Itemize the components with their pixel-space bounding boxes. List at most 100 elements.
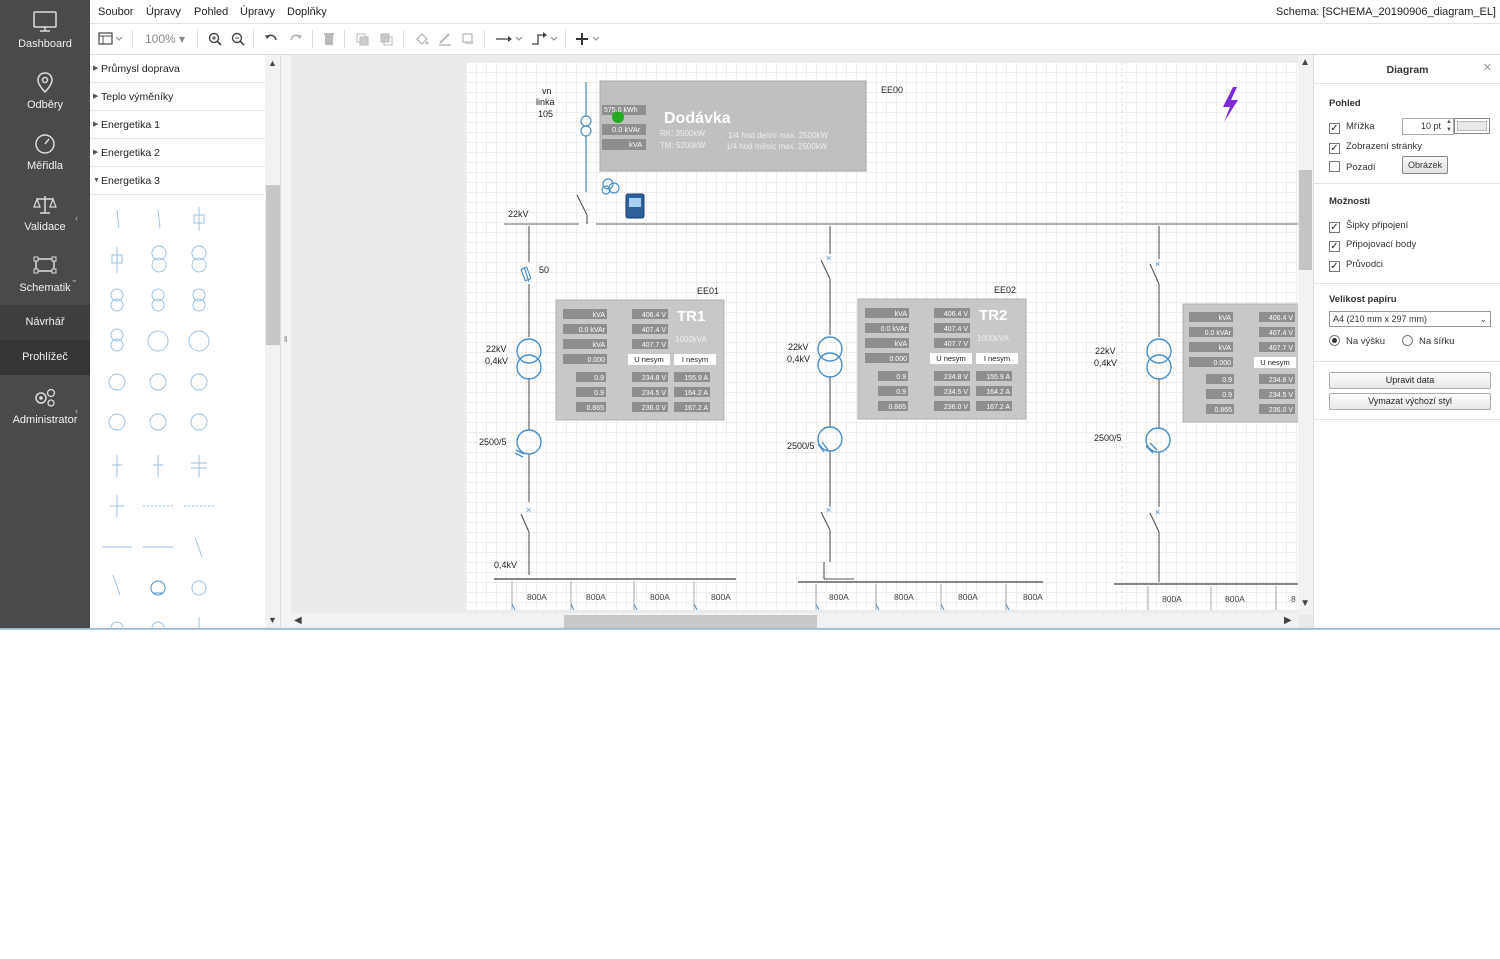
scroll-up-arrow-icon[interactable]: ▲: [268, 58, 277, 68]
line-color-button[interactable]: [438, 31, 452, 47]
diagram-canvas[interactable]: vn linka 105 575.0 kWh 0.0 kVAr kVA Dodá…: [291, 55, 1313, 630]
points-option[interactable]: ✓ Připojovací body: [1329, 239, 1416, 252]
meter-device-icon[interactable]: [625, 193, 645, 219]
switch-shape[interactable]: [116, 209, 120, 229]
bus-shape[interactable]: [110, 495, 124, 517]
transformer-3w-shape[interactable]: [151, 245, 167, 273]
feeder-1-symbols[interactable]: [520, 226, 532, 575]
nav-meridla[interactable]: Měřidla: [0, 132, 90, 172]
nav-prohlizec[interactable]: Prohlížeč: [0, 340, 90, 375]
meter-shape-3[interactable]: [190, 373, 208, 391]
menu-upravy-2[interactable]: Úpravy: [240, 6, 275, 18]
transformer-shape-4[interactable]: [110, 328, 124, 352]
guides-option[interactable]: ✓ Průvodci: [1329, 259, 1383, 272]
zoom-out-button[interactable]: [231, 31, 245, 47]
meter-shape[interactable]: [108, 373, 126, 391]
transformer-3w-shape-2[interactable]: [191, 245, 207, 273]
paper-size-select[interactable]: A4 (210 mm x 297 mm) ⌄: [1329, 311, 1491, 327]
canvas-horizontal-scroll-thumb[interactable]: [564, 615, 817, 628]
nav-dashboard[interactable]: Dashboard: [0, 10, 90, 50]
zoom-in-button[interactable]: [208, 31, 222, 47]
diagram-page[interactable]: vn linka 105 575.0 kWh 0.0 kVAr kVA Dodá…: [466, 62, 1298, 610]
page-view-option[interactable]: ✓ Zobrazení stránky: [1329, 141, 1422, 154]
spinner-icon[interactable]: ▲ ▼: [1446, 118, 1452, 134]
transformer-shape-3[interactable]: [192, 288, 206, 312]
fill-color-button[interactable]: [415, 31, 429, 47]
meter-shape-8[interactable]: [191, 580, 207, 596]
palette-shapes-grid[interactable]: [90, 195, 265, 630]
breaker-shape[interactable]: [193, 207, 205, 231]
palette-category-prumysl-doprava[interactable]: ▶ Průmysl doprava: [90, 55, 265, 83]
undo-button[interactable]: [264, 31, 278, 47]
points-checkbox[interactable]: ✓: [1329, 241, 1340, 252]
background-image-button[interactable]: Obrázek: [1402, 156, 1448, 174]
fuse-shape[interactable]: [194, 536, 203, 558]
switch-shape-3[interactable]: [112, 574, 121, 596]
tr3-measurement-box[interactable]: kVA 0.0 kVAr kVA 0.000 406.4 V 407.4 V 4…: [1182, 303, 1298, 423]
arrows-checkbox[interactable]: ✓: [1329, 222, 1340, 233]
zoom-select[interactable]: 100% ▾: [145, 31, 185, 47]
transformer-shape-2[interactable]: [151, 288, 165, 312]
grid-size-input[interactable]: 10 pt ▲ ▼: [1402, 118, 1454, 135]
palette-scroll-thumb[interactable]: [266, 185, 280, 345]
close-icon[interactable]: ✕: [1483, 61, 1492, 74]
meter-shape-7[interactable]: [150, 580, 166, 596]
palette-category-energetika-1[interactable]: ▶ Energetika 1: [90, 111, 265, 139]
scroll-up-arrow-icon[interactable]: ▲: [1300, 57, 1310, 68]
capacitor-shape-2[interactable]: [153, 455, 163, 477]
guides-checkbox[interactable]: ✓: [1329, 261, 1340, 272]
feeder-3-symbols[interactable]: [1149, 226, 1160, 582]
scroll-right-arrow-icon[interactable]: ▶: [1284, 615, 1292, 626]
meter-shape-5[interactable]: [149, 413, 167, 431]
nav-odbery[interactable]: Odběry: [0, 71, 90, 111]
meter-shape-2[interactable]: [149, 373, 167, 391]
grid-checkbox[interactable]: ✓: [1329, 123, 1340, 134]
canvas-vertical-scrollbar[interactable]: [1298, 55, 1313, 615]
nav-validace[interactable]: Validace ‹: [0, 193, 90, 233]
background-option[interactable]: Pozadí: [1329, 161, 1376, 173]
nav-schematik[interactable]: Schematik ⌄: [0, 254, 90, 294]
background-checkbox[interactable]: [1329, 161, 1340, 172]
meter-shape-4[interactable]: [108, 413, 126, 431]
switch-shape-2[interactable]: [157, 209, 161, 229]
capacitor-shape-3[interactable]: [191, 455, 207, 477]
waypoints-button[interactable]: [530, 31, 560, 47]
tr1-measurement-box[interactable]: kVA 0.0 kVAr kVA 0.000 406.4 V 407.4 V 4…: [555, 299, 725, 421]
sidebar-splitter[interactable]: ‖: [281, 55, 291, 630]
grid-color-button[interactable]: [1454, 118, 1490, 134]
canvas-vertical-scroll-thumb[interactable]: [1299, 170, 1312, 270]
to-front-button[interactable]: [356, 31, 370, 47]
transformer-shape[interactable]: [110, 288, 124, 312]
palette-category-energetika-3[interactable]: ▼ Energetika 3: [90, 167, 265, 195]
portrait-radio[interactable]: [1329, 335, 1340, 346]
portrait-option[interactable]: Na výšku: [1329, 335, 1385, 347]
meter-shape-6[interactable]: [190, 413, 208, 431]
transformer-1-symbol[interactable]: [514, 338, 542, 458]
palette-category-energetika-2[interactable]: ▶ Energetika 2: [90, 139, 265, 167]
nav-navrhar[interactable]: Návrhář: [0, 305, 90, 340]
panel-layout-button[interactable]: [98, 31, 124, 47]
scroll-down-arrow-icon[interactable]: ▼: [1300, 598, 1310, 609]
capacitor-shape[interactable]: [112, 455, 122, 477]
delete-button[interactable]: [323, 31, 335, 47]
clear-default-style-button[interactable]: Vymazat výchozí styl: [1329, 393, 1491, 410]
motor-shape[interactable]: [147, 330, 169, 352]
landscape-radio[interactable]: [1402, 335, 1413, 346]
connection-style-button[interactable]: [495, 31, 525, 47]
generator-shape[interactable]: [188, 330, 210, 352]
tr2-measurement-box[interactable]: kVA 0.0 kVAr kVA 0.000 406.4 V 407.4 V 4…: [857, 298, 1027, 420]
page-view-checkbox[interactable]: ✓: [1329, 143, 1340, 154]
arrows-option[interactable]: ✓ Šipky připojení: [1329, 220, 1408, 233]
nav-administrator[interactable]: Administrator ‹: [0, 386, 90, 426]
grid-option[interactable]: ✓ Mřížka: [1329, 121, 1375, 134]
feeder-2-symbols[interactable]: [820, 226, 854, 580]
menu-upravy[interactable]: Úpravy: [146, 6, 181, 18]
menu-doplnky[interactable]: Doplňky: [287, 6, 327, 18]
landscape-option[interactable]: Na šířku: [1402, 335, 1454, 347]
scroll-down-arrow-icon[interactable]: ▼: [268, 615, 277, 625]
fuse-box-shape[interactable]: [111, 247, 123, 273]
supply-box[interactable]: 575.0 kWh 0.0 kVAr kVA Dodávka RK: 3500k…: [599, 80, 867, 172]
redo-button[interactable]: [289, 31, 303, 47]
drag-handle-icon[interactable]: ‖: [284, 335, 287, 344]
menu-pohled[interactable]: Pohled: [194, 6, 228, 18]
